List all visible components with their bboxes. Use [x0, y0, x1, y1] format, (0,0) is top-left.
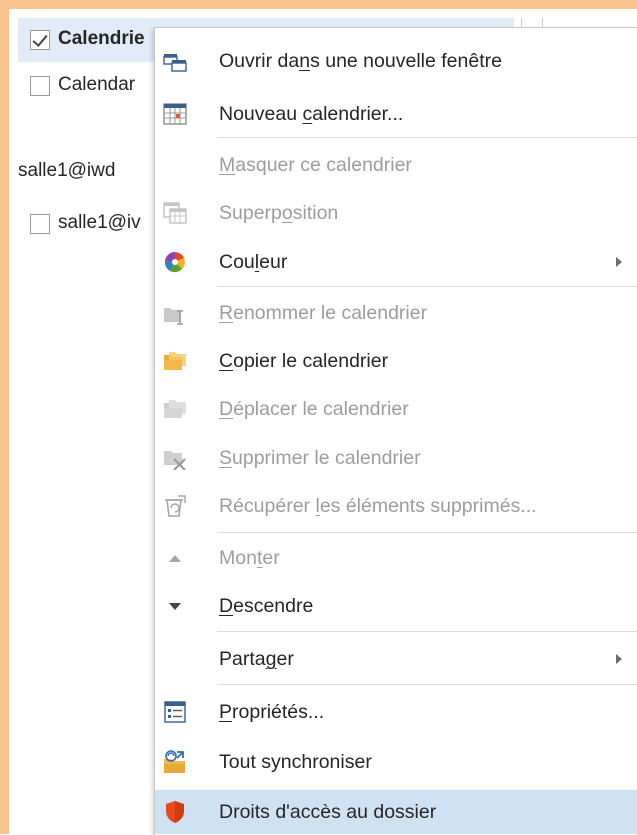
move-folder-icon [164, 400, 186, 418]
move-down-icon [169, 603, 181, 610]
calendar-label: Calendrie [58, 28, 145, 49]
menu-item-label: Récupérer les éléments supprimés... [219, 495, 537, 517]
menu-separator [217, 532, 637, 533]
sync-folder-icon [164, 750, 185, 773]
calendar-2-label: Calendar [58, 74, 136, 95]
nav-item-calendar-2[interactable]: Calendar [18, 64, 168, 108]
menu-item-new-calendar[interactable]: Nouveau calendrier... [155, 92, 637, 136]
menu-item-label: Supprimer le calendrier [219, 447, 421, 469]
menu-item-label: Partager [219, 648, 294, 670]
calendar-2-checkbox[interactable] [30, 76, 50, 96]
menu-item-label: Copier le calendrier [219, 350, 389, 372]
menu-item-overlay[interactable]: Superposition [155, 191, 637, 235]
copy-folder-icon [164, 352, 186, 370]
menu-item-move-calendar[interactable]: Déplacer le calendrier [155, 387, 637, 431]
menu-separator [217, 631, 637, 632]
properties-icon [164, 701, 186, 723]
shield-icon [166, 801, 184, 823]
context-menu: Ouvrir dans une nouvelle fenêtre Nouveau… [154, 27, 637, 835]
menu-item-sync-all[interactable]: Tout synchroniser [155, 740, 637, 784]
menu-item-label: Descendre [219, 595, 314, 617]
color-palette-icon [164, 251, 185, 273]
menu-item-move-down[interactable]: Descendre [155, 584, 637, 628]
menu-item-label: Monter [219, 547, 280, 569]
submenu-arrow-icon [616, 257, 622, 267]
menu-item-share[interactable]: Partager [155, 637, 637, 681]
menu-separator [217, 286, 637, 287]
menu-item-properties[interactable]: Propriétés... [155, 690, 637, 734]
menu-item-color[interactable]: Couleur [155, 240, 637, 284]
menu-item-open-new-window[interactable]: Ouvrir dans une nouvelle fenêtre [155, 39, 637, 83]
menu-item-recover-deleted[interactable]: Récupérer les éléments supprimés... [155, 484, 637, 528]
menu-item-rename[interactable]: Renommer le calendrier [155, 291, 637, 335]
menu-item-label: Superposition [219, 202, 339, 224]
menu-item-label: Ouvrir dans une nouvelle fenêtre [219, 50, 502, 72]
menu-item-copy-calendar[interactable]: Copier le calendrier [155, 339, 637, 383]
account-group-header[interactable]: salle1@iwd [18, 159, 115, 183]
menu-item-label: Renommer le calendrier [219, 302, 428, 324]
recover-icon [165, 495, 186, 517]
menu-item-label: Propriétés... [219, 701, 325, 723]
menu-separator [217, 684, 637, 685]
menu-item-label: Couleur [219, 251, 288, 273]
submenu-arrow-icon [616, 654, 622, 664]
menu-item-delete-calendar[interactable]: Supprimer le calendrier [155, 436, 637, 480]
menu-item-move-up[interactable]: Monter [155, 536, 637, 580]
calendar-checkbox[interactable] [30, 30, 50, 50]
new-window-icon [163, 54, 187, 72]
shared-calendar-checkbox[interactable] [30, 214, 50, 234]
menu-item-label: Droits d'accès au dossier [219, 801, 437, 823]
delete-icon [164, 451, 186, 470]
rename-icon [164, 308, 183, 325]
menu-item-folder-permissions[interactable]: Droits d'accès au dossier [155, 790, 637, 834]
new-calendar-icon [163, 103, 187, 125]
menu-item-label: Tout synchroniser [219, 751, 372, 773]
nav-item-shared-calendar[interactable]: salle1@iv [18, 205, 168, 249]
menu-item-label: Déplacer le calendrier [219, 398, 409, 420]
menu-item-label: Nouveau calendrier... [219, 103, 404, 125]
menu-item-label: Masquer ce calendrier [219, 154, 412, 176]
move-up-icon [169, 555, 181, 562]
shared-calendar-label: salle1@iv [58, 212, 141, 233]
menu-separator [217, 137, 637, 138]
menu-item-hide-calendar[interactable]: Masquer ce calendrier [155, 143, 637, 187]
overlay-icon [163, 202, 187, 224]
